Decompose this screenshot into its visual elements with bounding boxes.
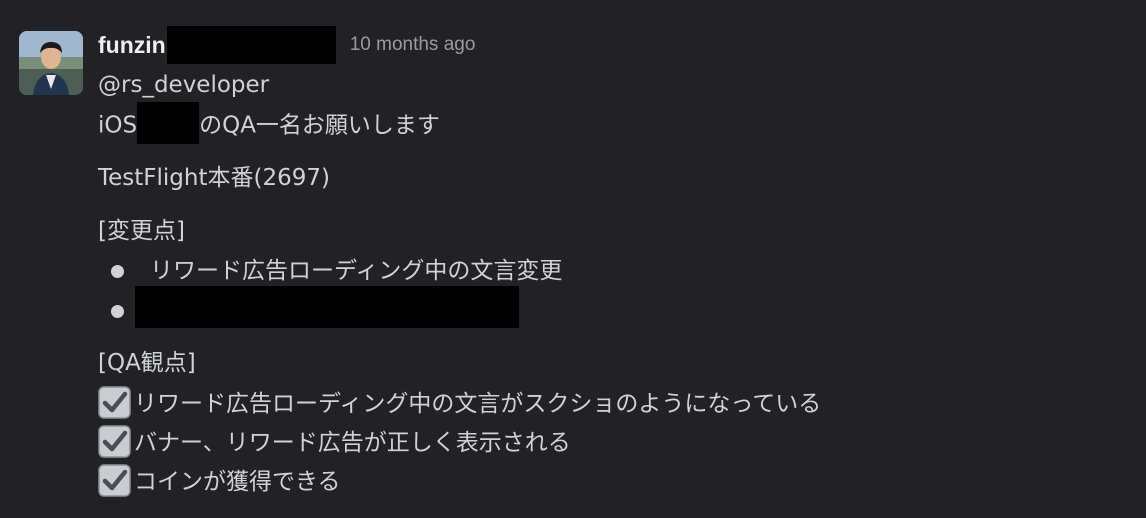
checkbox-icon [98,464,131,497]
qa-item: バナー、リワード広告が正しく表示される [98,425,571,458]
chat-message: funzin 10 months ago @rs_developer iOS のQ… [0,0,1146,518]
qa-item: リワード広告ローディング中の文言がスクショのようになっている [98,386,822,419]
bullet-icon [111,305,124,318]
request-line: iOS のQA一名お願いします [98,102,440,144]
checkbox-icon [98,425,131,458]
avatar-photo [19,31,83,95]
qa-item-text: コインが獲得できる [134,469,341,495]
qa-item: コインが獲得できる [98,464,341,497]
message-header: funzin 10 months ago [98,26,475,64]
qa-item-text: リワード広告ローディング中の文言がスクショのようになっている [134,391,822,417]
redaction-box [166,26,336,64]
redaction-box [137,102,200,144]
author-name[interactable]: funzin [98,32,166,59]
request-text-suffix: のQA一名お願いします [199,112,440,139]
request-text-prefix: iOS [98,112,138,139]
user-mention[interactable]: @rs_developer [98,72,269,98]
change-item: リワード広告ローディング中の文言変更 [150,258,563,284]
mention-line: @rs_developer [98,70,269,100]
message-timestamp[interactable]: 10 months ago [350,34,476,56]
bullet-icon [111,265,124,278]
testflight-line: TestFlight本番(2697) [98,165,330,191]
changes-heading: [変更点] [98,218,185,244]
checkbox-icon [98,386,131,419]
qa-heading: [QA観点] [98,350,196,376]
avatar[interactable] [19,31,83,95]
qa-item-text: バナー、リワード広告が正しく表示される [134,430,571,456]
redaction-box [135,286,519,328]
